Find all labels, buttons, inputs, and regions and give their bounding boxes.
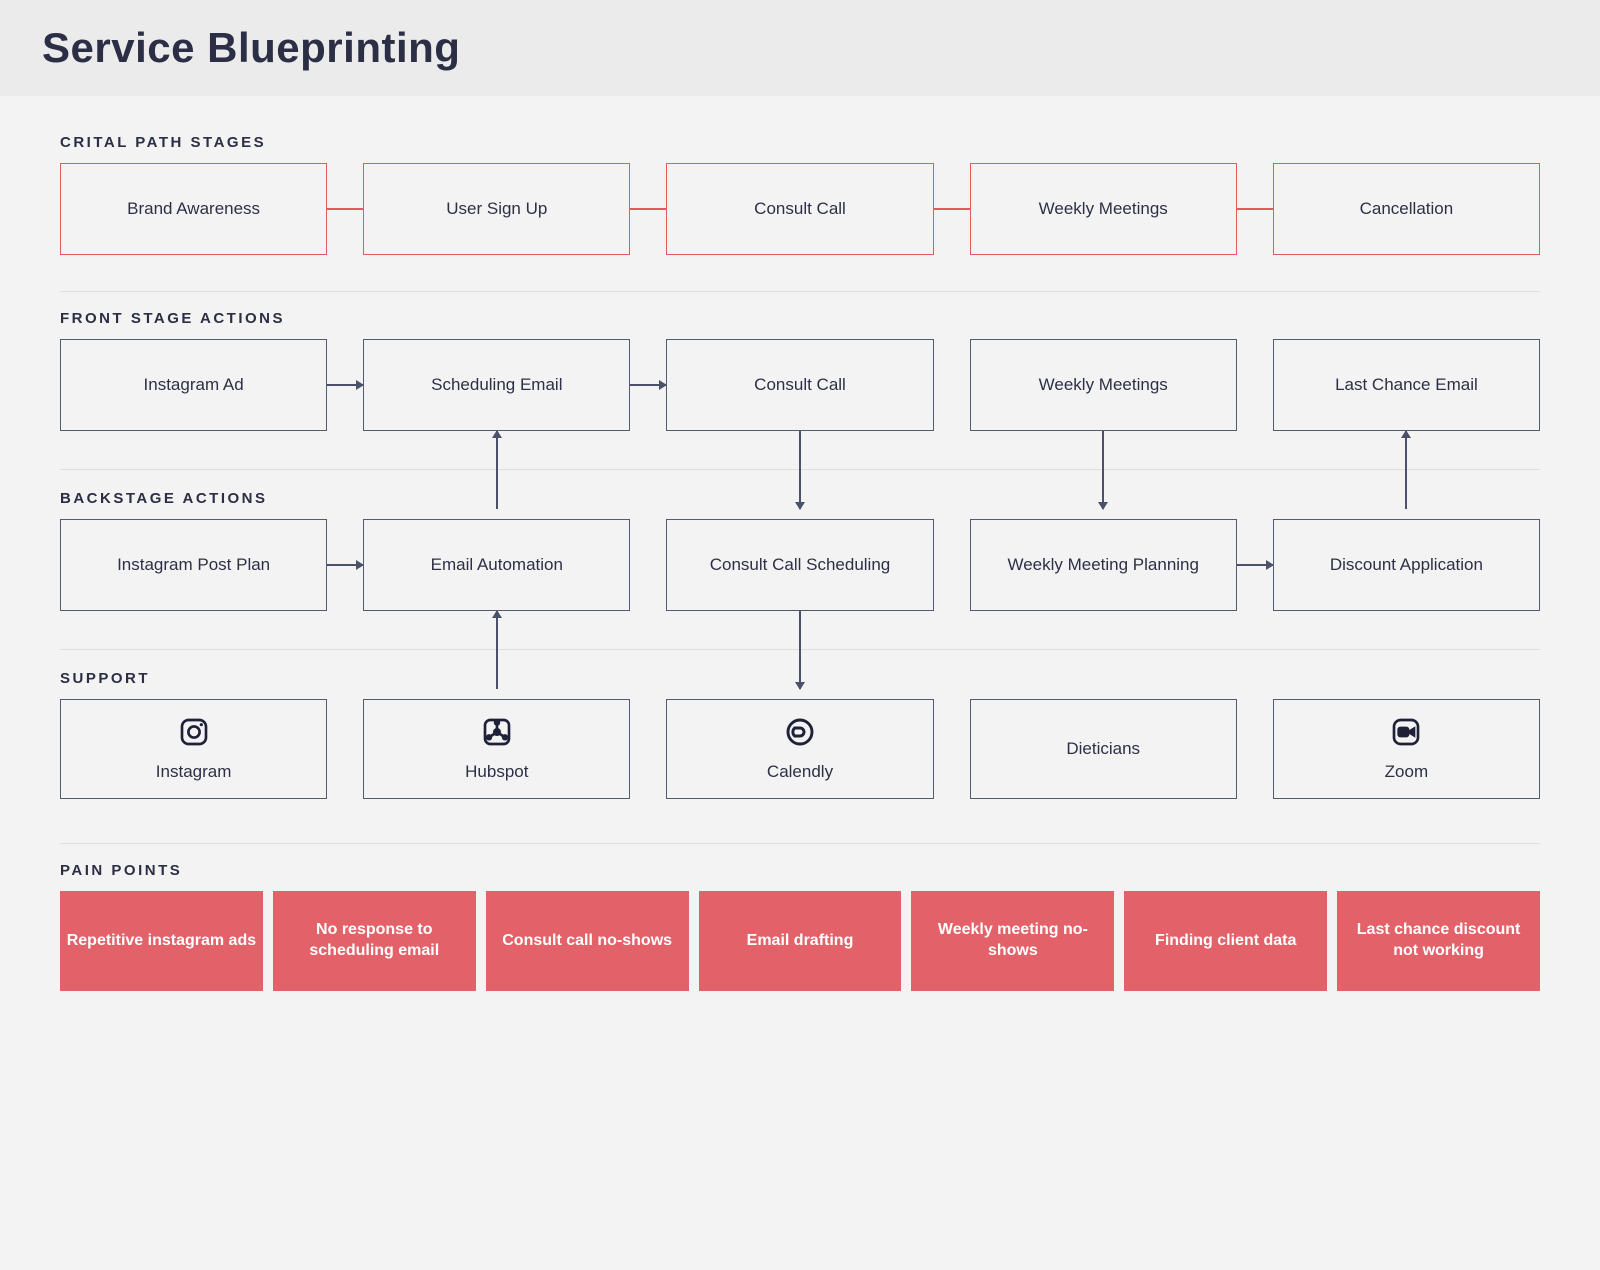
pain-label: No response to scheduling email <box>279 920 470 962</box>
support-label: Dieticians <box>1066 739 1140 759</box>
stage-label: Cancellation <box>1360 199 1454 219</box>
support-label: Zoom <box>1385 762 1428 782</box>
stage-label: Consult Call Scheduling <box>710 555 891 575</box>
pain-label: Finding client data <box>1155 931 1296 952</box>
support-label: Calendly <box>767 762 833 782</box>
instagram-icon <box>178 716 210 754</box>
back-email-automation: Email Automation <box>363 519 630 611</box>
front-last-chance-email: Last Chance Email <box>1273 339 1540 431</box>
blueprint-canvas: CRITAL PATH STAGES Brand Awareness User … <box>0 96 1600 1031</box>
arrow-up-icon <box>496 431 498 509</box>
stage-label: Consult Call <box>754 199 846 219</box>
stage-label: Weekly Meeting Planning <box>1007 555 1199 575</box>
row-front-stage: Instagram Ad Scheduling Email Consult Ca… <box>60 339 1540 431</box>
support-instagram: Instagram <box>60 699 327 799</box>
stage-brand-awareness: Brand Awareness <box>60 163 327 255</box>
support-dieticians: Dieticians <box>970 699 1237 799</box>
support-label: Instagram <box>156 762 232 782</box>
pain-label: Repetitive instagram ads <box>67 931 256 952</box>
front-weekly-meetings: Weekly Meetings <box>970 339 1237 431</box>
hubspot-icon <box>481 716 513 754</box>
section-label-pain-points: PAIN POINTS <box>60 862 1540 879</box>
back-weekly-meeting-planning: Weekly Meeting Planning <box>970 519 1237 611</box>
support-label: Hubspot <box>465 762 528 782</box>
connector-arrow <box>1237 519 1273 611</box>
zoom-icon <box>1390 716 1422 754</box>
arrow-down-icon <box>1102 431 1104 509</box>
back-instagram-post-plan: Instagram Post Plan <box>60 519 327 611</box>
stage-cancellation: Cancellation <box>1273 163 1540 255</box>
back-consult-call-scheduling: Consult Call Scheduling <box>666 519 933 611</box>
connector <box>630 163 666 255</box>
connector-arrow <box>327 519 363 611</box>
support-zoom: Zoom <box>1273 699 1540 799</box>
pain-discount-not-working: Last chance discount not working <box>1337 891 1540 991</box>
calendly-icon <box>784 716 816 754</box>
back-discount-application: Discount Application <box>1273 519 1540 611</box>
support-calendly: Calendly <box>666 699 933 799</box>
pain-weekly-noshow: Weekly meeting no-shows <box>911 891 1114 991</box>
connector-arrow <box>630 339 666 431</box>
arrow-up-icon <box>496 611 498 689</box>
pain-label: Consult call no-shows <box>502 931 672 952</box>
section-label-critical-path: CRITAL PATH STAGES <box>60 134 1540 151</box>
pain-repetitive-ads: Repetitive instagram ads <box>60 891 263 991</box>
stage-label: Weekly Meetings <box>1039 375 1168 395</box>
stage-label: Last Chance Email <box>1335 375 1478 395</box>
arrow-down-icon <box>799 431 801 509</box>
stage-user-sign-up: User Sign Up <box>363 163 630 255</box>
stage-label: Discount Application <box>1330 555 1483 575</box>
stage-consult-call: Consult Call <box>666 163 933 255</box>
stage-label: Consult Call <box>754 375 846 395</box>
front-instagram-ad: Instagram Ad <box>60 339 327 431</box>
pain-label: Weekly meeting no-shows <box>917 920 1108 962</box>
pain-consult-noshow: Consult call no-shows <box>486 891 689 991</box>
stage-label: Instagram Post Plan <box>117 555 270 575</box>
connector <box>934 163 970 255</box>
stage-label: Scheduling Email <box>431 375 562 395</box>
stage-label: Weekly Meetings <box>1039 199 1168 219</box>
connector <box>327 163 363 255</box>
pain-finding-client-data: Finding client data <box>1124 891 1327 991</box>
front-consult-call: Consult Call <box>666 339 933 431</box>
row-pain-points: Repetitive instagram ads No response to … <box>60 891 1540 991</box>
arrow-up-icon <box>1405 431 1407 509</box>
vertical-connectors-front-back <box>60 431 1540 509</box>
page-title: Service Blueprinting <box>42 24 1558 72</box>
divider <box>60 843 1540 844</box>
row-support: Instagram Hubspot Calendly Dieticians Zo… <box>60 699 1540 799</box>
title-bar: Service Blueprinting <box>0 0 1600 96</box>
pain-label: Email drafting <box>747 931 854 952</box>
connector <box>1237 163 1273 255</box>
row-backstage: Instagram Post Plan Email Automation Con… <box>60 519 1540 611</box>
pain-label: Last chance discount not working <box>1343 920 1534 962</box>
connector-arrow <box>327 339 363 431</box>
stage-label: Instagram Ad <box>144 375 244 395</box>
support-hubspot: Hubspot <box>363 699 630 799</box>
vertical-connectors-back-support <box>60 611 1540 689</box>
pain-no-response: No response to scheduling email <box>273 891 476 991</box>
row-critical-path: Brand Awareness User Sign Up Consult Cal… <box>60 163 1540 255</box>
stage-label: Email Automation <box>431 555 563 575</box>
arrow-down-icon <box>799 611 801 689</box>
front-scheduling-email: Scheduling Email <box>363 339 630 431</box>
stage-label: Brand Awareness <box>127 199 260 219</box>
stage-label: User Sign Up <box>446 199 547 219</box>
pain-email-drafting: Email drafting <box>699 891 902 991</box>
divider <box>60 291 1540 292</box>
section-label-front-stage: FRONT STAGE ACTIONS <box>60 310 1540 327</box>
stage-weekly-meetings: Weekly Meetings <box>970 163 1237 255</box>
